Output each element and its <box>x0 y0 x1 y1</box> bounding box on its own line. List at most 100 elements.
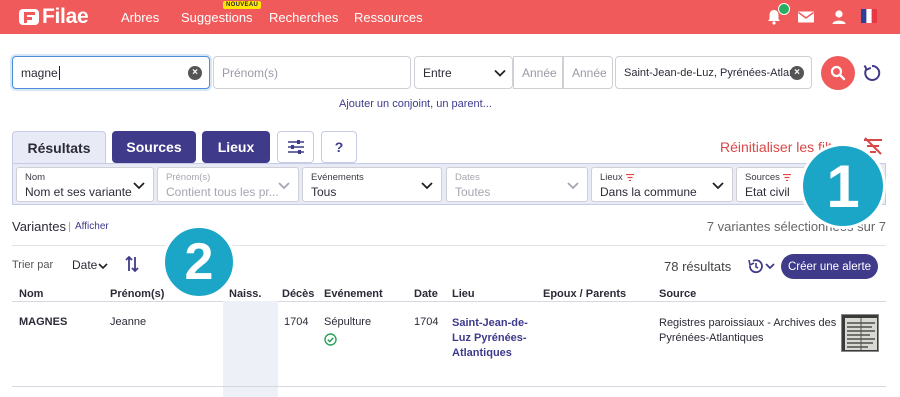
sort-order-icon[interactable] <box>124 255 140 273</box>
filter-evenements[interactable]: Evénements Tous <box>302 167 442 202</box>
naiss-column-highlight <box>223 301 278 397</box>
col-header-deces[interactable]: Décès <box>282 288 314 300</box>
variants-title: Variantes <box>12 219 66 234</box>
col-header-source[interactable]: Source <box>659 288 696 300</box>
cell-prenom: Jeanne <box>110 316 147 328</box>
col-header-date[interactable]: Date <box>414 288 438 300</box>
notification-dot <box>778 3 790 15</box>
place-input-value: Saint-Jean-de-Luz, Pyrénées-Atlant <box>624 66 792 79</box>
tab-lieux[interactable]: Lieux <box>202 131 270 163</box>
filter-sources-value: Etat civil <box>745 185 790 199</box>
col-header-naiss[interactable]: Naiss. <box>229 288 261 300</box>
tab-lieux-label: Lieux <box>217 139 255 155</box>
filter-evenements-value: Tous <box>311 185 337 199</box>
col-header-epoux-parents[interactable]: Epoux / Parents <box>543 288 626 300</box>
logo-text: Filae <box>42 5 89 28</box>
create-alert-button[interactable]: Créer une alerte <box>781 254 878 279</box>
chevron-down-icon <box>133 182 145 190</box>
filter-dates-value: Toutes <box>455 185 491 199</box>
top-navigation-bar: Filae Arbres Suggestions NOUVEAU Recherc… <box>0 0 900 34</box>
col-header-nom[interactable]: Nom <box>19 288 43 300</box>
new-badge: NOUVEAU <box>223 1 262 9</box>
filter-prenom-label: Prénom(s) <box>166 172 211 183</box>
record-thumbnail[interactable] <box>841 314 879 352</box>
cell-evenement: Sépulture <box>324 316 372 328</box>
filter-nom[interactable]: Nom Nom et ses variante... <box>16 167 154 202</box>
divider <box>69 222 70 232</box>
filter-dates-label: Dates <box>455 172 480 183</box>
filter-prenom[interactable]: Prénom(s) Contient tous les pr... <box>157 167 299 202</box>
nav-suggestions[interactable]: Suggestions <box>181 10 253 25</box>
year-from-placeholder: Année <box>522 65 557 80</box>
filter-prenom-value: Contient tous les pr... <box>166 185 278 199</box>
year-from-input[interactable]: Année <box>513 56 563 89</box>
date-range-select[interactable]: Entre <box>414 56 513 89</box>
col-header-prenom[interactable]: Prénom(s) <box>110 288 164 300</box>
sort-select[interactable]: Date <box>72 258 97 272</box>
filter-lieux-label-wrap: Lieux <box>600 172 634 183</box>
divider <box>12 301 886 302</box>
cell-nom: MAGNES <box>19 316 68 328</box>
clear-name-icon[interactable]: × <box>188 66 202 80</box>
firstname-placeholder: Prénom(s) <box>222 65 279 80</box>
chevron-down-icon <box>567 182 579 190</box>
chevron-down-icon <box>98 263 108 270</box>
filter-evenements-label: Evénements <box>311 172 364 183</box>
chevron-down-icon <box>494 69 506 77</box>
nav-recherches[interactable]: Recherches <box>269 10 338 25</box>
col-header-lieu[interactable]: Lieu <box>452 288 475 300</box>
user-icon[interactable] <box>830 8 848 26</box>
verified-check-icon <box>324 333 337 346</box>
filter-lieux[interactable]: Lieux Dans la commune <box>591 167 733 202</box>
history-icon[interactable] <box>746 257 776 275</box>
chevron-down-icon <box>712 182 724 190</box>
reset-search-icon[interactable] <box>862 63 882 83</box>
mail-icon[interactable] <box>797 8 815 26</box>
nav-arbres[interactable]: Arbres <box>121 10 159 25</box>
firstname-input[interactable]: Prénom(s) <box>213 56 411 89</box>
tab-sources-label: Sources <box>126 139 182 155</box>
cell-date: 1704 <box>414 316 439 328</box>
sliders-icon <box>287 140 304 154</box>
divider <box>12 245 886 246</box>
step-1-number: 1 <box>826 152 860 220</box>
filter-active-icon <box>625 173 634 181</box>
cell-source: Registres paroissiaux - Archives des Pyr… <box>659 317 837 344</box>
col-header-evenement[interactable]: Evénement <box>324 288 383 300</box>
filter-sources-label-wrap: Sources <box>745 172 791 183</box>
search-icon <box>830 65 846 81</box>
chevron-down-icon <box>421 182 433 190</box>
filter-lieux-value: Dans la commune <box>600 185 697 199</box>
clear-place-icon[interactable]: × <box>790 66 804 80</box>
chevron-down-icon <box>278 182 290 190</box>
name-search-input[interactable]: magne × <box>12 56 210 89</box>
step-2-number: 2 <box>184 233 214 291</box>
year-to-placeholder: Année <box>572 65 607 80</box>
sort-label: Trier par <box>12 259 54 271</box>
place-input[interactable]: Saint-Jean-de-Luz, Pyrénées-Atlant × <box>615 56 812 89</box>
filae-logo-icon <box>19 9 39 25</box>
cell-deces: 1704 <box>284 316 309 328</box>
filter-lieux-label: Lieux <box>600 172 623 183</box>
results-count: 78 résultats <box>664 259 732 274</box>
nav-ressources[interactable]: Ressources <box>354 10 423 25</box>
filter-sources-label: Sources <box>745 172 780 183</box>
filter-active-icon <box>782 173 791 181</box>
document-scan-image <box>842 315 878 351</box>
cell-lieu-link[interactable]: Saint-Jean-de-Luz Pyrénées-Atlantiques <box>452 316 532 361</box>
help-button[interactable]: ? <box>321 131 357 163</box>
name-input-value: magne <box>21 65 58 80</box>
tab-sources[interactable]: Sources <box>112 131 196 163</box>
step-1-marker: 1 <box>800 143 886 229</box>
filae-logo[interactable]: Filae <box>18 5 89 29</box>
add-relative-link[interactable]: Ajouter un conjoint, un parent... <box>339 98 492 110</box>
filters-settings-button[interactable] <box>277 131 314 163</box>
search-button[interactable] <box>821 56 855 90</box>
year-to-input[interactable]: Année <box>563 56 613 89</box>
flag-fr-icon[interactable] <box>861 9 877 23</box>
step-2-marker: 2 <box>162 225 236 299</box>
show-variants-link[interactable]: Afficher <box>75 221 109 232</box>
filter-dates[interactable]: Dates Toutes <box>446 167 588 202</box>
date-range-value: Entre <box>423 65 452 80</box>
tab-resultats[interactable]: Résultats <box>12 131 106 164</box>
